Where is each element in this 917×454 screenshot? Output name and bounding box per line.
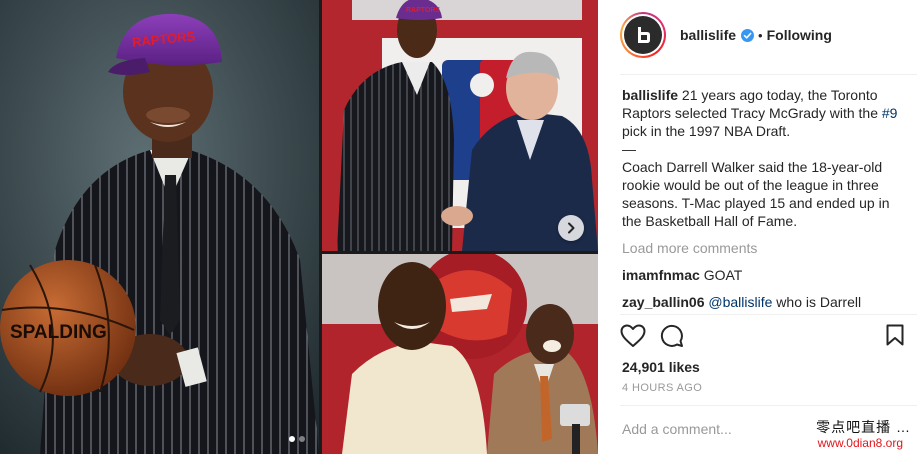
post-header: ballislife • Following <box>620 10 917 60</box>
comment-item: imamfnmac GOAT <box>622 266 898 284</box>
comment-input-divider <box>620 405 917 406</box>
watermark-text-title: 零点吧直播 <box>816 419 892 435</box>
carousel-indicator <box>289 436 305 442</box>
caption-paragraph-2: Coach Darrell Walker said the 18-year-ol… <box>622 159 890 229</box>
caption-username[interactable]: ballislife <box>622 87 678 103</box>
ballislife-logo-icon <box>631 23 655 47</box>
cap-logo-text-small: RAPTORS <box>406 7 440 14</box>
comments-section: ballislife 21 years ago today, the Toron… <box>622 86 898 314</box>
caption: ballislife 21 years ago today, the Toron… <box>622 86 898 140</box>
caption-hashtag[interactable]: #9 <box>882 105 898 121</box>
likes-count[interactable]: 24,901 likes <box>622 359 700 375</box>
carousel-dot <box>299 436 305 442</box>
following-button[interactable]: Following <box>767 27 832 43</box>
chevron-right-icon <box>568 222 575 234</box>
post-actions <box>620 324 910 350</box>
like-button[interactable] <box>620 324 646 353</box>
post-author-username[interactable]: ballislife <box>680 27 736 43</box>
carousel-dot-active <box>289 436 295 442</box>
comment-button[interactable] <box>660 324 684 353</box>
comment-username[interactable]: imamfnmac <box>622 267 700 283</box>
verified-badge-icon <box>741 28 755 42</box>
caption-text-part2: pick in the 1997 NBA Draft. <box>622 123 791 139</box>
add-comment-input[interactable]: Add a comment... <box>622 421 732 437</box>
photo-laughing-moment <box>322 254 598 454</box>
post-timestamp[interactable]: 4 HOURS AGO <box>622 382 702 394</box>
watermark-url: www.0dian8.org <box>817 436 903 450</box>
ball-brand-text: SPALDING <box>10 322 107 343</box>
photo-mcgrady-with-ball: RAPTORS SPALDING <box>0 0 319 454</box>
watermark-text-cn: 零点吧直播 … <box>816 417 911 437</box>
photo-draft-handshake: RAPTORS <box>322 0 598 251</box>
header-separator: • <box>758 27 763 43</box>
save-button[interactable] <box>886 324 904 351</box>
carousel-next-button[interactable] <box>558 215 584 241</box>
post-image-collage[interactable]: RAPTORS SPALDING RAPTORS <box>0 0 598 454</box>
more-label: … <box>896 419 911 435</box>
avatar[interactable] <box>620 12 666 58</box>
comment-item: zay_ballin06 @ballislife who is Darrell … <box>622 293 898 314</box>
bookmark-icon <box>886 324 904 346</box>
header-divider <box>620 74 917 75</box>
comment-mention[interactable]: @ballislife <box>708 294 772 310</box>
actions-divider <box>620 314 917 315</box>
post-details-panel: ballislife • Following ballislife 21 yea… <box>598 0 917 454</box>
caption-dash: — <box>622 141 636 157</box>
comment-username[interactable]: zay_ballin06 <box>622 294 705 310</box>
comment-text: GOAT <box>699 267 743 283</box>
speech-bubble-icon <box>660 324 683 347</box>
site-watermark: 零点吧直播 … www.0dian8.org <box>800 414 917 454</box>
load-more-comments-button[interactable]: Load more comments <box>622 239 898 257</box>
heart-icon <box>620 324 646 347</box>
